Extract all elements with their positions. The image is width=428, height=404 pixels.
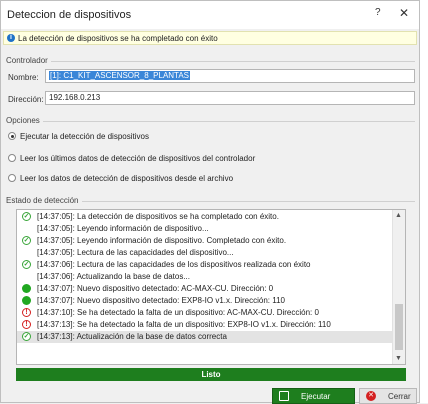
log-row-text: [14:37:07]: Nuevo dispositivo detectado:… — [37, 296, 285, 305]
options-group-divider — [7, 121, 415, 122]
scroll-thumb[interactable] — [395, 304, 403, 350]
option-run-detection-label: Ejecutar la detección de dispositivos — [20, 132, 149, 141]
options-group-label: Opciones — [6, 116, 43, 125]
background-window-edge — [420, 0, 428, 403]
detection-log-list[interactable]: ✓ [14:37:05]: La detección de dispositivo… — [16, 209, 406, 365]
dialog-title: Deteccion de dispositivos — [7, 9, 132, 21]
scroll-down-icon[interactable]: ▼ — [395, 355, 402, 362]
close-button-label: Cerrar — [388, 392, 411, 401]
execute-button-label: Ejecutar — [301, 392, 331, 401]
help-button[interactable]: ? — [375, 7, 381, 18]
log-row-text: [14:37:05]: Leyendo información de dispo… — [37, 236, 287, 245]
info-icon: i — [7, 34, 15, 42]
log-row[interactable]: [14:37:05]: Lectura de las capacidades d… — [17, 247, 393, 259]
address-label: Dirección: — [8, 95, 44, 104]
info-message: La detección de dispositivos se ha compl… — [18, 34, 218, 43]
name-label: Nombre: — [8, 73, 39, 82]
log-row-text: [14:37:05]: Leyendo información de dispo… — [37, 224, 209, 233]
log-row[interactable]: [14:37:05]: Leyendo información de dispo… — [17, 223, 393, 235]
close-window-button[interactable]: ✕ — [399, 6, 409, 20]
error-circle-icon: ! — [22, 320, 31, 329]
log-row-text: [14:37:07]: Nuevo dispositivo detectado:… — [37, 284, 274, 293]
option-read-from-file-label: Leer los datos de detección de dispositi… — [20, 174, 234, 183]
log-row[interactable]: ! [14:37:13]: Se ha detectado la falta de… — [17, 319, 393, 331]
green-dot-icon — [22, 296, 31, 305]
check-circle-icon: ✓ — [22, 260, 31, 269]
title-bar[interactable]: Deteccion de dispositivos ? ✕ — [1, 1, 419, 29]
log-row-text: [14:37:13]: Se ha detectado la falta de … — [37, 320, 331, 329]
detection-group-label: Estado de detección — [6, 196, 82, 205]
check-circle-icon: ✓ — [22, 236, 31, 245]
log-row[interactable]: ✓ [14:37:05]: Leyendo información de disp… — [17, 235, 393, 247]
log-row-text: [14:37:06]: Lectura de las capacidades d… — [37, 260, 311, 269]
log-row[interactable]: ! [14:37:10]: Se ha detectado la falta de… — [17, 307, 393, 319]
error-circle-icon: ! — [22, 308, 31, 317]
log-row[interactable]: ✓ [14:37:06]: Lectura de las capacidades … — [17, 259, 393, 271]
log-row[interactable]: [14:37:06]: Actualizando la base de dato… — [17, 271, 393, 283]
radio-read-from-file[interactable] — [8, 174, 16, 182]
execute-button[interactable]: Ejecutar — [272, 388, 355, 404]
log-row-text: [14:37:10]: Se ha detectado la falta de … — [37, 308, 319, 317]
radio-run-detection[interactable] — [8, 132, 16, 140]
log-row-text: [14:37:06]: Actualizando la base de dato… — [37, 272, 190, 281]
scroll-up-icon[interactable]: ▲ — [395, 212, 402, 219]
log-row[interactable]: [14:37:07]: Nuevo dispositivo detectado:… — [17, 283, 393, 295]
execute-icon — [279, 391, 289, 401]
check-circle-icon: ✓ — [22, 212, 31, 221]
close-icon: ✕ — [366, 391, 376, 401]
status-bar: Listo — [16, 368, 406, 381]
log-row-text: [14:37:05]: La detección de dispositivos… — [37, 212, 279, 221]
info-bar: i La detección de dispositivos se ha com… — [3, 31, 417, 45]
controller-group-label: Controlador — [6, 56, 51, 65]
log-row[interactable]: ✓ [14:37:13]: Actualización de la base de… — [17, 331, 393, 343]
radio-read-last-data[interactable] — [8, 154, 16, 162]
controller-group-divider — [7, 61, 415, 62]
name-value: [1]: C1_KIT_ASCENSOR_8_PLANTAS — [49, 71, 191, 80]
check-circle-icon: ✓ — [22, 332, 31, 341]
address-value: 192.168.0.213 — [49, 93, 101, 102]
log-row[interactable]: [14:37:07]: Nuevo dispositivo detectado:… — [17, 295, 393, 307]
log-row[interactable]: ✓ [14:37:05]: La detección de dispositivo… — [17, 211, 393, 223]
option-read-last-data-label: Leer los últimos datos de detección de d… — [20, 154, 256, 163]
log-row-text: [14:37:13]: Actualización de la base de … — [37, 332, 227, 341]
address-field[interactable]: 192.168.0.213 — [45, 91, 415, 105]
log-scrollbar[interactable]: ▲ ▼ — [392, 210, 405, 364]
green-dot-icon — [22, 284, 31, 293]
device-detection-dialog: Deteccion de dispositivos ? ✕ i La detec… — [0, 0, 420, 404]
close-button[interactable]: ✕ Cerrar — [359, 388, 417, 404]
log-row-text: [14:37:05]: Lectura de las capacidades d… — [37, 248, 234, 257]
name-field[interactable]: [1]: C1_KIT_ASCENSOR_8_PLANTAS — [45, 69, 415, 83]
